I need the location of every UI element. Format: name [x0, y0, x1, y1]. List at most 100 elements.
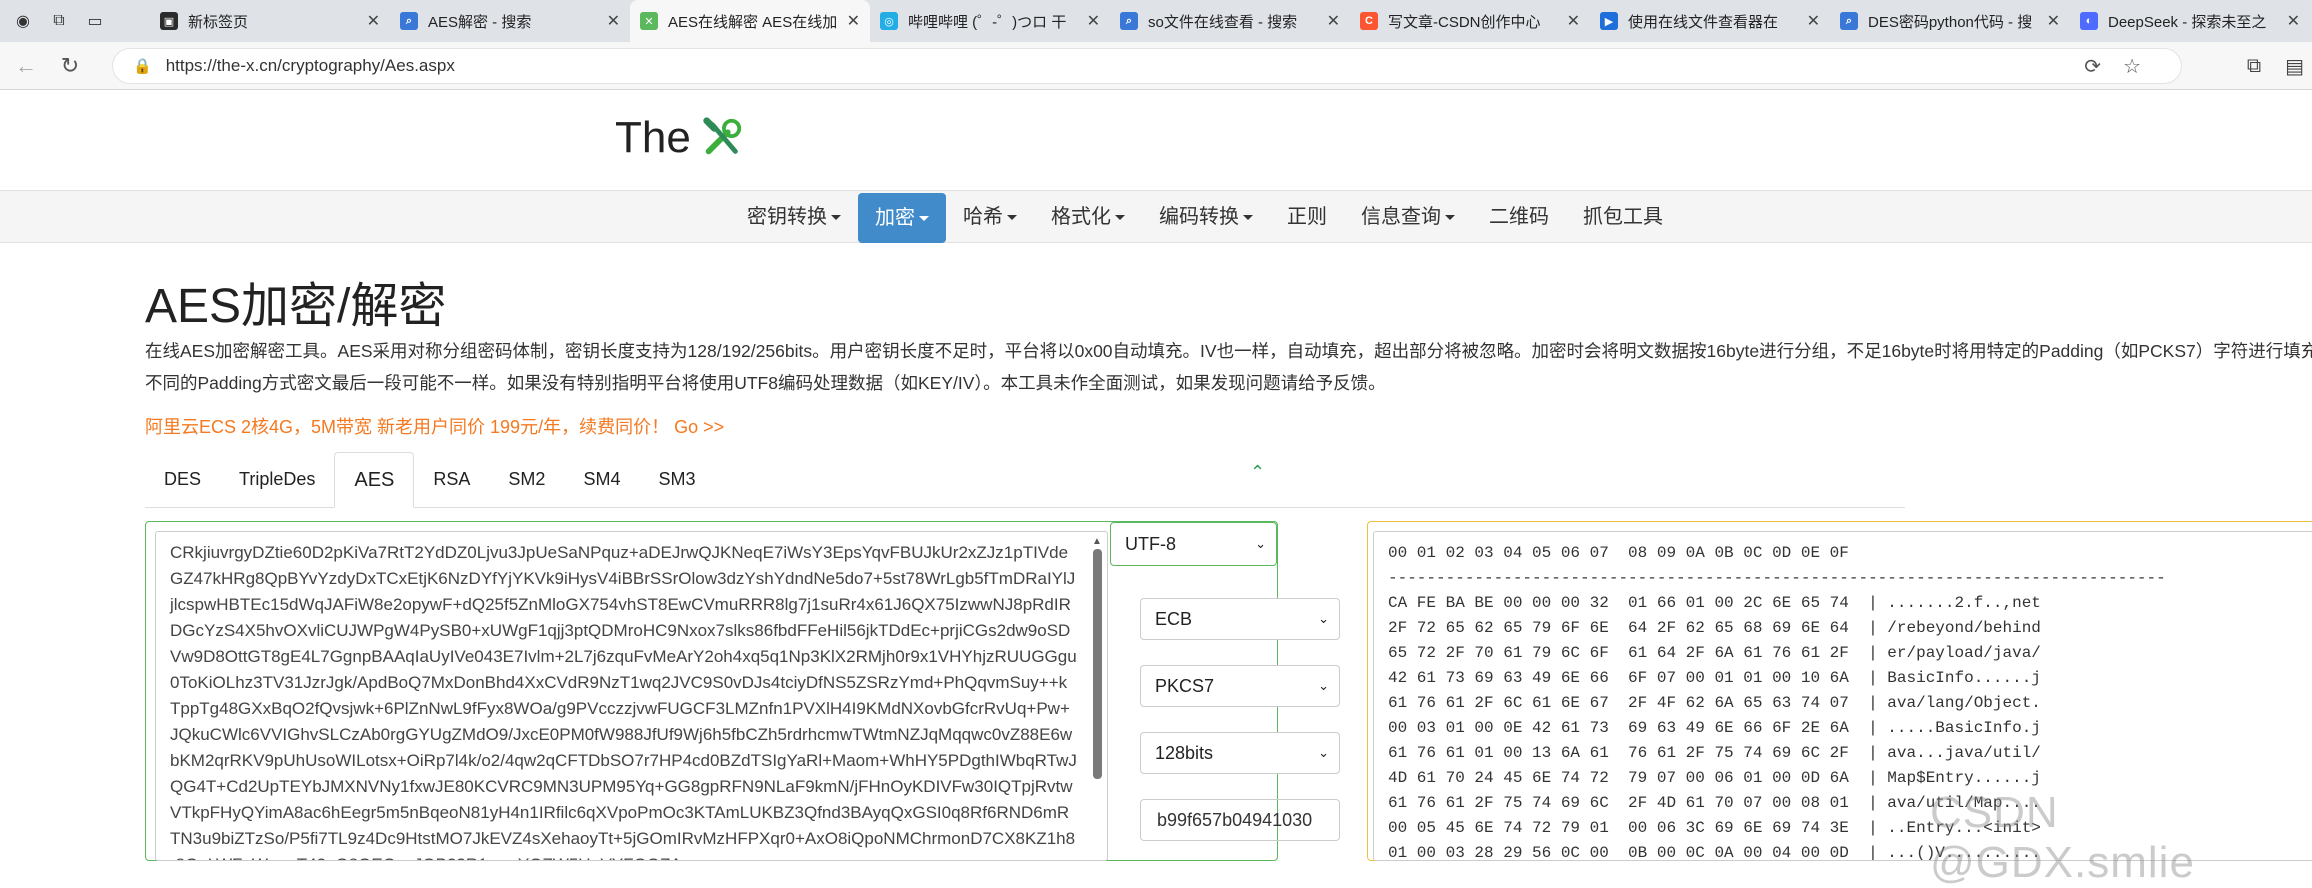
nav-item[interactable]: 正则	[1270, 191, 1344, 243]
lock-icon: 🔒	[133, 58, 152, 75]
window-controls: ◉ ⧉ ▭	[0, 8, 150, 34]
tab-title: DeepSeek - 探索未至之	[2108, 13, 2267, 31]
url-field[interactable]: 🔒 https://the-x.cn/cryptography/Aes.aspx…	[112, 48, 2182, 84]
address-bar: ← ↻ 🔒 https://the-x.cn/cryptography/Aes.…	[0, 42, 2312, 90]
tab-close-icon[interactable]: ✕	[1327, 11, 1340, 31]
ciphertext-content: CRkjiuvrgyDZtie60D2pKiVa7RtT2YdDZ0Ljvu3J…	[170, 543, 1077, 860]
nav-item[interactable]: 编码转换	[1142, 191, 1270, 243]
tab-favicon-icon: ◎	[880, 12, 898, 30]
textarea-scrollbar[interactable]: ▲	[1091, 536, 1103, 858]
browser-tab[interactable]: ◐ DeepSeek - 探索未至之 ✕	[2070, 0, 2310, 42]
browser-tab[interactable]: ▶ 使用在线文件查看器在 ✕	[1590, 0, 1830, 42]
algorithm-tab[interactable]: SM3	[639, 452, 714, 507]
site-header: The	[0, 91, 2312, 191]
nav-item-label: 抓包工具	[1583, 206, 1663, 228]
nav-item-label: 编码转换	[1159, 206, 1239, 228]
ciphertext-textarea[interactable]: CRkjiuvrgyDZtie60D2pKiVa7RtT2YdDZ0Ljvu3J…	[155, 531, 1108, 861]
nav-item-label: 格式化	[1051, 206, 1111, 228]
algorithm-tab[interactable]: DES	[145, 452, 220, 507]
tab-favicon-icon: ⌕	[1840, 12, 1858, 30]
algorithm-tab[interactable]: RSA	[414, 452, 489, 507]
tab-title: 新标签页	[188, 13, 249, 31]
split-screen-icon[interactable]: ⧉	[2247, 55, 2261, 78]
nav-item[interactable]: 信息查询	[1344, 191, 1472, 243]
tab-close-icon[interactable]: ✕	[607, 11, 620, 31]
chevron-down-icon: ⌄	[1255, 536, 1266, 551]
favorite-star-icon[interactable]: ☆	[2123, 54, 2141, 79]
nav-item[interactable]: 密钥转换	[730, 191, 858, 243]
caret-down-icon	[831, 215, 841, 221]
tab-title: AES解密 - 搜索	[428, 13, 532, 31]
tools-icon	[703, 117, 741, 155]
tab-title: so文件在线查看 - 搜索	[1148, 13, 1298, 31]
tab-title: AES在线解密 AES在线加	[668, 13, 838, 31]
hex-row: 2F 72 65 62 65 79 6F 6E 64 2F 62 65 68 6…	[1388, 619, 2041, 637]
read-aloud-icon[interactable]: ⟳	[2084, 54, 2101, 79]
profile-icon[interactable]: ◉	[10, 8, 36, 34]
page-description: 在线AES加密解密工具。AES采用对称分组密码体制，密钥长度支持为128/192…	[145, 335, 2312, 399]
algorithm-tab[interactable]: AES	[334, 452, 415, 508]
nav-item[interactable]: 抓包工具	[1566, 191, 1680, 243]
back-button[interactable]: ←	[8, 48, 44, 84]
tab-close-icon[interactable]: ✕	[847, 11, 860, 31]
tab-favicon-icon: ⌕	[1120, 12, 1138, 30]
description-line-1: 在线AES加密解密工具。AES采用对称分组密码体制，密钥长度支持为128/192…	[145, 341, 2312, 361]
browser-tab[interactable]: ⌕ DES密码python代码 - 搜 ✕	[1830, 0, 2070, 42]
padding-value: PKCS7	[1155, 675, 1215, 696]
browser-tab[interactable]: ▣ 新标签页 ✕	[150, 0, 390, 42]
key-input[interactable]: b99f657b04941030	[1140, 799, 1340, 841]
padding-select[interactable]: PKCS7 ⌄	[1140, 665, 1340, 707]
tab-close-icon[interactable]: ✕	[2287, 11, 2300, 31]
hex-row: 61 76 61 01 00 13 6A 61 76 61 2F 75 74 6…	[1388, 744, 2041, 762]
workspaces-icon[interactable]: ⧉	[46, 8, 72, 34]
tab-favicon-icon: ✕	[640, 12, 658, 30]
nav-item[interactable]: 二维码	[1472, 191, 1566, 243]
nav-item-label: 二维码	[1489, 206, 1549, 228]
refresh-button[interactable]: ↻	[52, 48, 88, 84]
nav-item[interactable]: 格式化	[1034, 191, 1142, 243]
hex-header: 00 01 02 03 04 05 06 07 08 09 0A 0B 0C 0…	[1388, 544, 1849, 562]
browser-toolbar: ⧉ ▤	[2247, 42, 2312, 90]
key-bits-select[interactable]: 128bits ⌄	[1140, 732, 1340, 774]
tab-close-icon[interactable]: ✕	[1087, 11, 1100, 31]
collections-icon[interactable]: ▤	[2285, 54, 2304, 79]
hex-row: 61 76 61 2F 6C 61 6E 67 2F 4F 62 6A 65 6…	[1388, 694, 2041, 712]
algorithm-tab[interactable]: SM4	[564, 452, 639, 507]
watermark: CSDN @GDX.smlie	[1930, 788, 2195, 887]
tab-title: 使用在线文件查看器在	[1628, 13, 1779, 31]
tab-favicon-icon: C	[1360, 12, 1378, 30]
scroll-up-arrow-icon[interactable]: ▲	[1091, 536, 1103, 547]
scroll-thumb[interactable]	[1092, 549, 1102, 779]
tab-close-icon[interactable]: ✕	[1807, 11, 1820, 31]
browser-tab[interactable]: C 写文章-CSDN创作中心 ✕	[1350, 0, 1590, 42]
main-nav: 密钥转换 加密 哈希 格式化 编码转换 正则 信息查询 二维码 抓包工具	[0, 191, 2312, 243]
nav-item-label: 加密	[875, 206, 915, 229]
site-logo[interactable]: The	[615, 113, 745, 163]
hex-row: 00 03 01 00 0E 42 61 73 69 63 49 6E 66 6…	[1388, 719, 2041, 737]
browser-tab[interactable]: ⌕ AES解密 - 搜索 ✕	[390, 0, 630, 42]
algorithm-tab[interactable]: SM2	[489, 452, 564, 507]
hex-row: 65 72 2F 70 61 79 6C 6F 61 64 2F 6A 61 7…	[1388, 644, 2041, 662]
tab-close-icon[interactable]: ✕	[1567, 11, 1580, 31]
encoding-select[interactable]: UTF-8 ⌄	[1110, 522, 1277, 566]
tab-close-icon[interactable]: ✕	[2047, 11, 2060, 31]
mode-select[interactable]: ECB ⌄	[1140, 598, 1340, 640]
nav-item-label: 密钥转换	[747, 206, 827, 228]
page-title: AES加密/解密	[145, 280, 447, 333]
browser-tab[interactable]: ◎ 哔哩哔哩 (゜-゜)つロ 干 ✕	[870, 0, 1110, 42]
logo-text: The	[615, 113, 691, 162]
browser-tab[interactable]: ✕ AES在线解密 AES在线加 ✕	[630, 0, 870, 42]
nav-item-label: 正则	[1287, 206, 1327, 228]
tab-close-icon[interactable]: ✕	[367, 11, 380, 31]
nav-item[interactable]: 哈希	[946, 191, 1034, 243]
nav-item[interactable]: 加密	[858, 192, 946, 243]
chevron-down-icon: ⌄	[1318, 678, 1329, 693]
caret-down-icon	[919, 215, 929, 221]
promo-link[interactable]: 阿里云ECS 2核4G，5M带宽 新老用户同价 199元/年，续费同价！ Go …	[145, 413, 724, 439]
algorithm-tab[interactable]: TripleDes	[220, 452, 334, 507]
tab-actions-icon[interactable]: ▭	[82, 8, 108, 34]
mode-value: ECB	[1155, 608, 1193, 629]
browser-tab[interactable]: ⌕ so文件在线查看 - 搜索 ✕	[1110, 0, 1350, 42]
collapse-chevron-icon[interactable]: ⌃	[1250, 462, 1265, 483]
caret-down-icon	[1445, 215, 1455, 221]
